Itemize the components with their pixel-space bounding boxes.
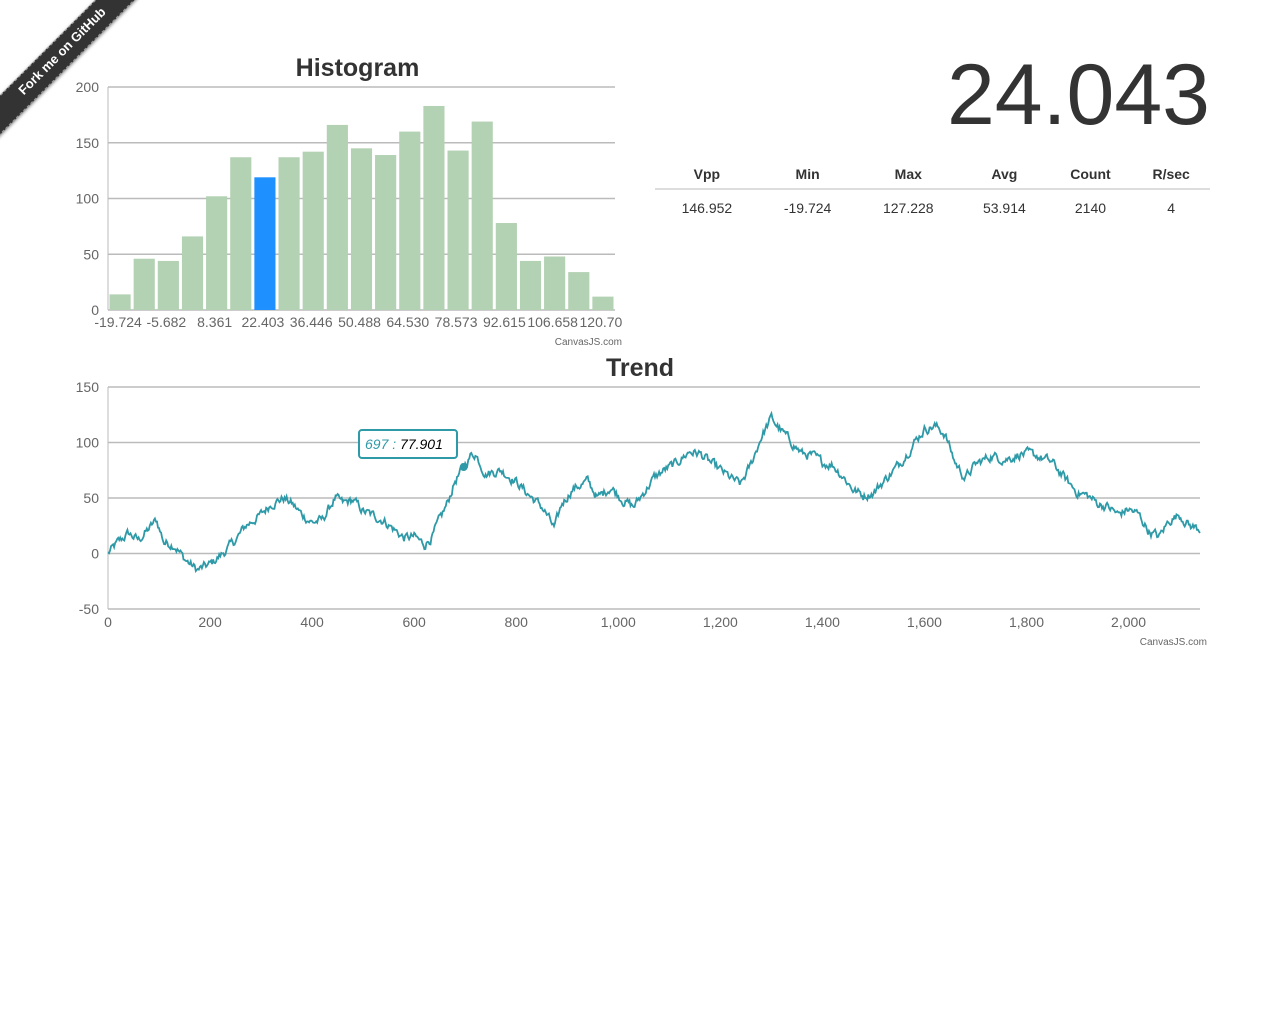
histogram-bar — [592, 296, 614, 310]
histogram-bar — [399, 131, 421, 310]
header-count: Count — [1048, 160, 1133, 190]
histogram-x-tick-label: 8.361 — [197, 314, 232, 330]
header-avg: Avg — [960, 160, 1049, 190]
histogram-x-tick-label: 78.573 — [435, 314, 478, 330]
current-value: 24.043 — [946, 47, 1210, 143]
histogram-bar — [181, 236, 204, 310]
histogram-x-tick-label: 106.658 — [527, 314, 578, 330]
histogram-bar — [326, 124, 348, 310]
trend-highlight-point — [459, 463, 468, 472]
histogram-x-tick-label: 36.446 — [290, 314, 333, 330]
value-min: -19.724 — [783, 199, 832, 216]
trend-x-tick-label: 1,800 — [1009, 614, 1044, 630]
histogram-x-tick-label: 22.403 — [242, 314, 285, 330]
header-min: Min — [758, 160, 857, 190]
histogram-bar — [423, 105, 445, 310]
value-avg: 53.914 — [982, 199, 1026, 216]
trend-x-tick-label: 600 — [402, 614, 426, 630]
trend-y-tick-label: 50 — [83, 490, 99, 506]
trend-title: Trend — [606, 354, 674, 382]
trend-series-line — [107, 410, 1201, 573]
histogram-x-tick-label: 50.488 — [338, 314, 381, 330]
trend-x-tick-label: 2,000 — [1111, 614, 1146, 630]
histogram-credit: CanvasJS.com — [555, 337, 622, 348]
trend-y-tick-label: -50 — [79, 601, 99, 617]
histogram-x-tick-label: 120.70 — [580, 314, 623, 330]
tooltip-x-label: 697 : — [365, 436, 397, 452]
histogram-bar — [519, 260, 542, 310]
histogram-chart: Histogram050100150200-19.724 -5.682 8.361 2… — [76, 54, 623, 348]
histogram-bar — [157, 260, 179, 310]
trend-x-tick-label: 1,600 — [907, 614, 942, 630]
histogram-x-tick-label: -5.682 — [147, 314, 187, 330]
histogram-bar — [230, 157, 252, 310]
trend-y-tick-label: 150 — [76, 379, 100, 395]
histogram-bar — [375, 155, 397, 310]
stats-value-row: 146.952 -19.724 127.228 53.914 2140 4 — [655, 189, 1210, 225]
histogram-bar — [133, 258, 155, 310]
stats-header-row: Vpp Min Max Avg Count R/sec — [655, 160, 1210, 190]
value-max: 127.228 — [882, 199, 934, 216]
value-vpp: 146.952 — [681, 199, 733, 216]
trend-x-tick-label: 200 — [198, 614, 222, 630]
histogram-bar — [350, 148, 373, 310]
trend-x-tick-label: 800 — [505, 614, 529, 630]
histogram-bar — [278, 157, 300, 310]
value-rate: 4 — [1167, 199, 1176, 216]
stats-table: Vpp Min Max Avg Count R/sec 146.952 -19.… — [655, 160, 1210, 225]
histogram-x-tick-label: 64.530 — [386, 314, 429, 330]
histogram-bar — [302, 151, 324, 310]
histogram-y-tick-label: 200 — [76, 79, 100, 95]
histogram-bar — [447, 150, 469, 310]
histogram-bar — [206, 196, 228, 310]
histogram-bar — [544, 256, 566, 310]
histogram-bar — [568, 272, 590, 310]
tooltip-y-value: 77.901 — [400, 436, 443, 452]
trend-x-tick-label: 400 — [300, 614, 324, 630]
histogram-y-tick-label: 50 — [83, 246, 99, 262]
trend-x-tick-label: 1,400 — [805, 614, 840, 630]
header-vpp: Vpp — [655, 160, 759, 190]
histogram-bar — [471, 121, 493, 310]
histogram-x-tick-label: 92.615 — [483, 314, 526, 330]
header-max: Max — [856, 160, 961, 190]
histogram-bar — [495, 223, 517, 310]
trend-tooltip: 697 : 77.901 — [358, 429, 458, 459]
value-count: 2140 — [1074, 199, 1107, 216]
trend-chart: Trend -50 0 50 100 150 0 200 400 600 800 1,000 1,200… — [76, 354, 1207, 648]
trend-credit: CanvasJS.com — [1140, 637, 1207, 648]
histogram-title: Histogram — [296, 54, 420, 82]
header-rate: R/sec — [1132, 160, 1210, 190]
histogram-y-tick-label: 100 — [76, 191, 100, 207]
trend-x-tick-label: 1,200 — [703, 614, 738, 630]
trend-y-tick-label: 100 — [76, 435, 100, 451]
histogram-bar — [109, 294, 131, 310]
trend-x-tick-label: 1,000 — [601, 614, 636, 630]
trend-x-tick-label: 0 — [104, 614, 112, 630]
histogram-bar — [254, 177, 276, 310]
trend-y-tick-label: 0 — [91, 546, 99, 562]
histogram-y-tick-label: 150 — [76, 135, 100, 151]
histogram-x-tick-label: -19.724 — [94, 314, 142, 330]
